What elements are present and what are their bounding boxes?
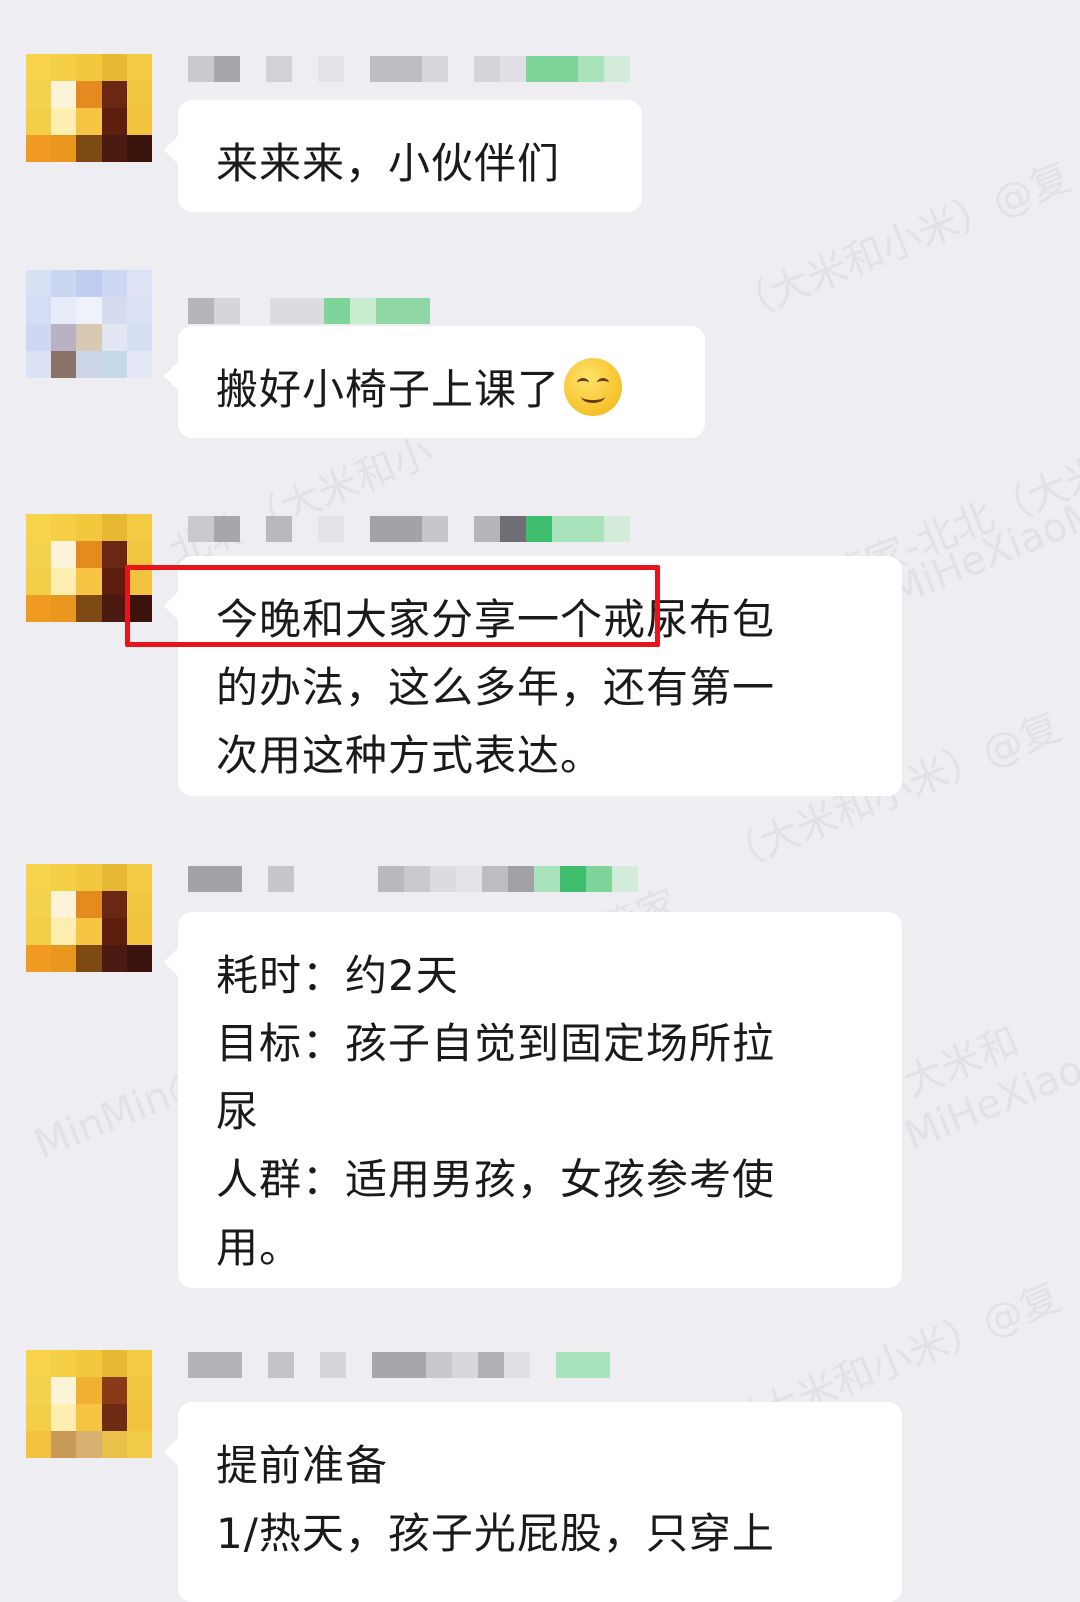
sender-name-blurred (188, 1352, 610, 1378)
message-bubble[interactable]: 提前准备 1/热天，孩子光屁股，只穿上 (164, 1402, 902, 1602)
message-bubble[interactable]: 今晚和大家分享一个戒尿布包 的办法，这么多年，还有第一 次用这种方式表达。 (164, 556, 902, 796)
avatar[interactable] (26, 1350, 152, 1458)
sender-name-blurred (188, 516, 630, 542)
message-text: 用。 (216, 1223, 303, 1272)
message-text: 的办法，这么多年，还有第一 (216, 663, 776, 712)
watermark: 大米和 (897, 1018, 1026, 1107)
message-bubble[interactable]: 来来来，小伙伴们 (164, 100, 642, 212)
avatar[interactable] (26, 270, 152, 378)
message-text: 今晚和大家分享一个戒尿布包 (216, 595, 776, 644)
watermark: （大米和小米）@复 (725, 153, 1078, 332)
message-text: 耗时：约2天 (216, 951, 459, 1000)
message-bubble[interactable]: 搬好小椅子上课了 (164, 326, 705, 438)
watermark: MiHeXiao (898, 1046, 1080, 1160)
message-text: 提前准备 (216, 1441, 389, 1490)
sender-name-blurred (188, 866, 638, 892)
chat-area: （大米和小米）@复 （大米和小米）@复 北北（大米和小 社群管家-北北（大米和 … (0, 0, 1080, 1602)
message-text: 来来来，小伙伴们 (216, 139, 561, 188)
message-text: 搬好小椅子上课了 (216, 356, 669, 424)
message-text: 1/热天，孩子光屁股，只穿上 (216, 1509, 775, 1558)
watermark: 北北（大米和小 (163, 428, 440, 577)
sender-name-blurred (188, 56, 630, 82)
smiling-face-icon (564, 358, 623, 416)
avatar[interactable] (26, 54, 152, 162)
avatar[interactable] (26, 864, 152, 972)
avatar[interactable] (26, 514, 152, 622)
message-text: 尿 (216, 1087, 260, 1136)
message-text: 目标：孩子自觉到固定场所拉 (216, 1019, 776, 1068)
message-bubble[interactable]: 耗时：约2天 目标：孩子自觉到固定场所拉 尿 人群：适用男孩，女孩参考使 用。 (164, 912, 902, 1288)
message-text: 次用这种方式表达。 (216, 731, 604, 780)
message-text: 人群：适用男孩，女孩参考使 (216, 1155, 776, 1204)
sender-name-blurred (188, 298, 430, 324)
